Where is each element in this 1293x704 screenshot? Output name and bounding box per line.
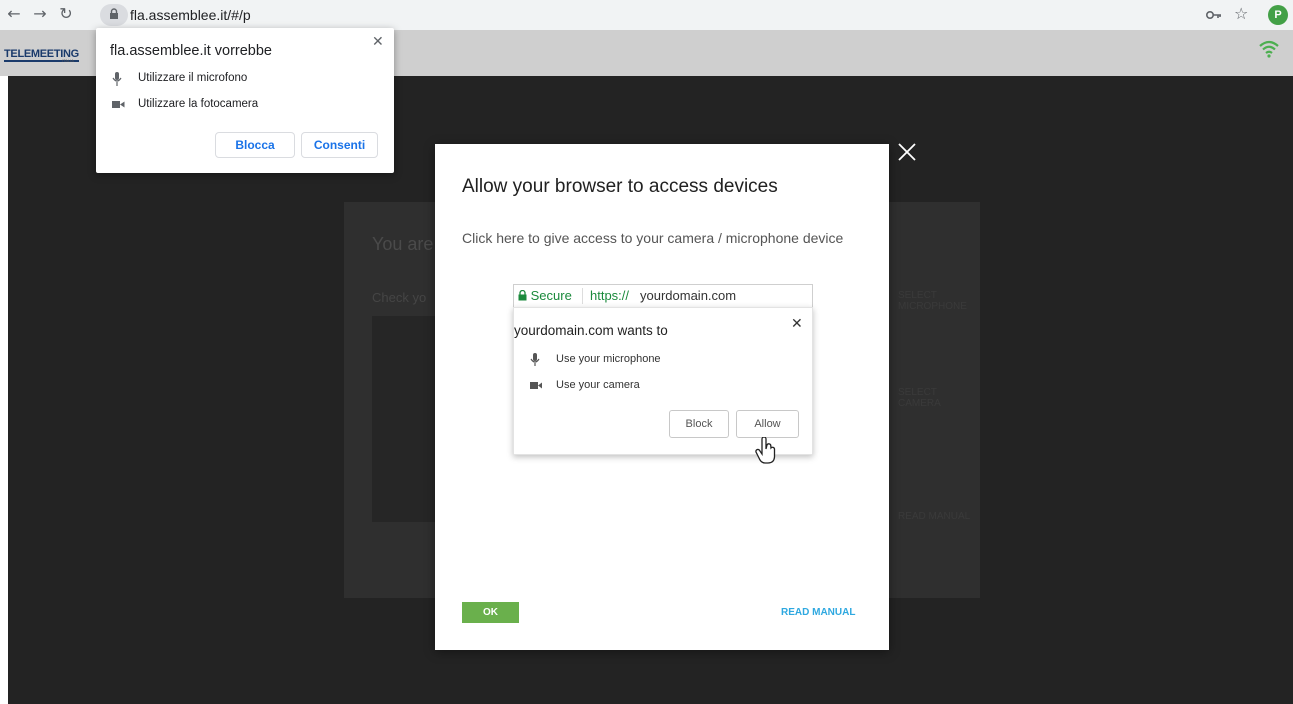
permission-popup: fla.assemblee.it vorrebbe ✕ Utilizzare i… [96, 28, 394, 173]
allow-button[interactable]: Consenti [301, 132, 378, 158]
close-icon: ✕ [791, 316, 803, 332]
address-bar[interactable]: fla.assemblee.it/#/p [100, 4, 1230, 26]
hand-cursor-icon [755, 437, 776, 464]
lock-icon [518, 289, 527, 301]
back-icon[interactable]: ← [4, 4, 24, 24]
microphone-icon [530, 353, 540, 366]
underlay-read-manual: READ MANUAL [898, 511, 971, 522]
site-info-button[interactable] [100, 4, 128, 26]
read-manual-link[interactable]: READ MANUAL [781, 607, 855, 618]
select-microphone-label: SELECT MICROPHONE [898, 290, 967, 312]
illustration-popup: yourdomain.com wants to ✕ Use your micro… [513, 307, 813, 455]
domain-label: yourdomain.com [640, 288, 737, 303]
modal-description[interactable]: Click here to give access to your camera… [462, 230, 843, 246]
ok-button[interactable]: OK [462, 602, 519, 623]
illustration-allow-button: Allow [736, 410, 799, 438]
underlay-title: You are [372, 234, 434, 254]
camera-icon [112, 101, 125, 108]
https-label: https:// [590, 288, 630, 303]
illustration-title: yourdomain.com wants to [514, 323, 668, 338]
url-text: fla.assemblee.it/#/p [130, 7, 251, 23]
close-icon[interactable]: ✕ [372, 34, 384, 50]
illustration-address-bar: Secure https:// yourdomain.com [513, 284, 813, 308]
permission-title: fla.assemblee.it vorrebbe [110, 43, 272, 59]
microphone-icon [112, 72, 122, 86]
camera-icon [530, 382, 542, 389]
telemeeting-logo: TELEMEETING ITALIA [4, 48, 79, 63]
illustration-block-button: Block [669, 410, 729, 438]
access-devices-modal: Allow your browser to access devices Cli… [435, 144, 889, 650]
forward-icon[interactable]: → [30, 4, 50, 24]
wifi-icon [1259, 40, 1279, 58]
modal-title: Allow your browser to access devices [462, 176, 778, 197]
browser-toolbar: ← → ↻ fla.assemblee.it/#/p ☆ P [0, 0, 1293, 30]
select-camera-label: SELECT CAMERA [898, 387, 941, 409]
star-icon[interactable]: ☆ [1234, 4, 1248, 23]
divider [582, 288, 583, 304]
underlay-subtitle: Check yo [372, 290, 427, 305]
reload-icon[interactable]: ↻ [56, 4, 76, 24]
permission-illustration: Secure https:// yourdomain.com yourdomai… [513, 284, 813, 464]
close-icon[interactable] [895, 140, 919, 164]
key-icon[interactable] [1205, 4, 1223, 28]
block-button[interactable]: Blocca [215, 132, 295, 158]
profile-avatar[interactable]: P [1268, 5, 1288, 25]
secure-label: Secure [530, 288, 572, 303]
lock-icon [110, 8, 118, 19]
